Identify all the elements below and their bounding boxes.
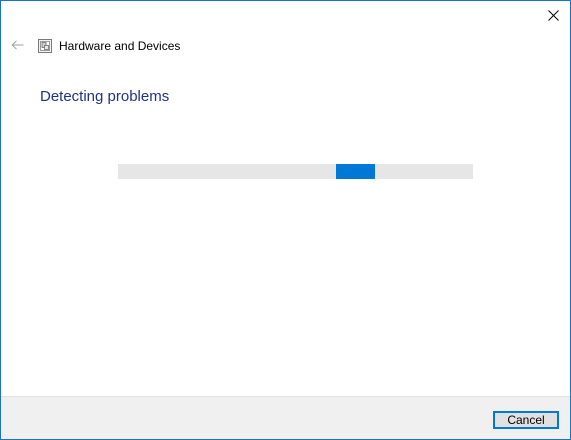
back-arrow-icon [10,37,24,55]
troubleshooter-icon [38,39,52,53]
window-title: Hardware and Devices [59,39,181,53]
close-button[interactable] [536,1,570,30]
page-heading: Detecting problems [40,88,170,105]
cancel-button[interactable]: Cancel [493,411,559,429]
progress-indicator [336,164,375,179]
footer-bar: Cancel [1,396,570,439]
close-icon [547,10,559,21]
title-nav-row: Hardware and Devices [1,35,570,57]
back-button[interactable] [7,35,27,57]
troubleshooter-window: Hardware and Devices Detecting problems … [0,0,571,440]
progress-bar [118,164,473,179]
